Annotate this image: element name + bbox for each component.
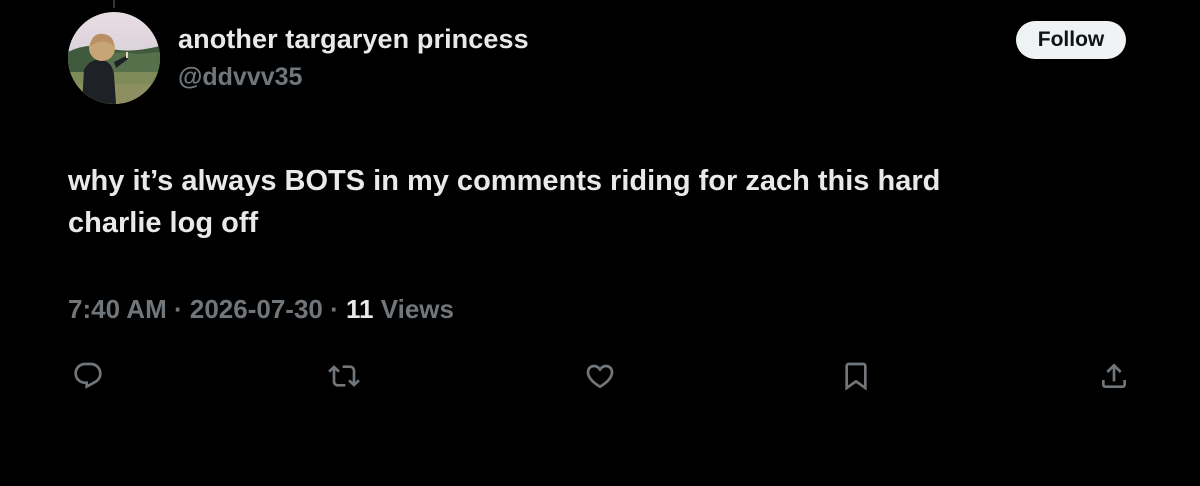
views-label: Views [380,294,454,324]
author-handle[interactable]: @ddvvv35 [178,63,302,92]
share-icon [1102,363,1126,388]
retweet-button[interactable] [326,358,362,394]
tweet-text-line: why it’s always BOTS in my comments ridi… [68,165,941,197]
tweet-time[interactable]: 7:40 AM [68,294,167,324]
author-display-name[interactable]: another targaryen princess [178,24,529,55]
avatar[interactable] [68,12,160,104]
avatar-image [68,12,160,104]
tweet-date[interactable]: 2026-07-30 [190,294,323,324]
meta-separator: · [173,294,183,324]
meta-separator: · [330,294,339,324]
like-icon [586,364,614,389]
reply-icon [74,362,102,389]
tweet: another targaryen princess @ddvvv35 Foll… [0,0,1200,486]
share-button[interactable] [1096,358,1132,394]
bookmark-icon [845,362,867,391]
like-button[interactable] [582,358,618,394]
thread-line [113,0,115,8]
retweet-icon [328,365,360,387]
bookmark-button[interactable] [838,358,874,394]
follow-button[interactable]: Follow [1016,21,1126,59]
tweet-text-line: charlie log off [68,207,259,239]
tweet-text: why it’s always BOTS in my comments ridi… [68,160,1148,244]
views-count: 11 [346,294,374,324]
reply-button[interactable] [70,358,106,394]
tweet-meta: 7:40 AM · 2026-07-30 · 11 Views [68,294,454,325]
